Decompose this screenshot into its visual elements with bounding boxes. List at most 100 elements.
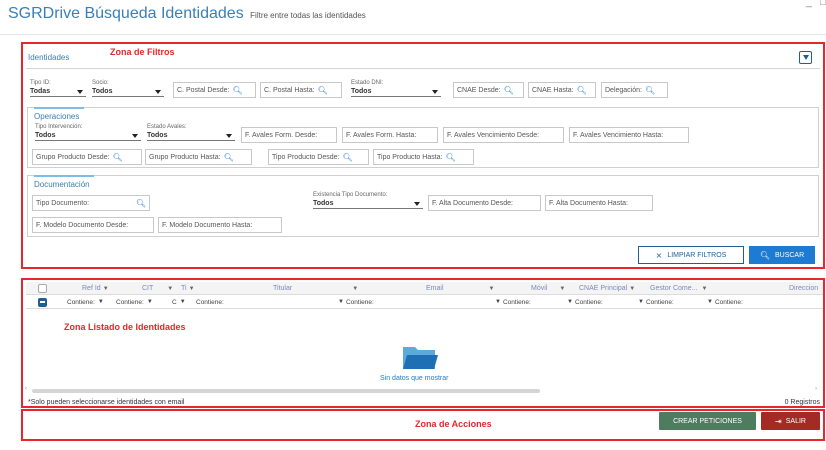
- collapse-checkbox[interactable]: [38, 297, 47, 307]
- filter-cell-cnae[interactable]: ▼ Contiene:: [567, 296, 603, 308]
- estado-dni-select[interactable]: Estado DNI: Todos: [351, 80, 441, 97]
- cnae-desde-field[interactable]: CNAE Desde: 🔍︎: [453, 82, 524, 98]
- scroll-right-arrow[interactable]: ›: [815, 386, 817, 392]
- search-icon[interactable]: 🔍︎: [136, 199, 146, 208]
- search-icon[interactable]: 🔍︎: [224, 153, 234, 162]
- f-avales-form-desde-label: F. Avales Form. Desde:: [245, 131, 318, 139]
- clear-filter-icon: ⨯: [655, 250, 663, 260]
- search-button[interactable]: 🔍︎ BUSCAR: [749, 246, 815, 264]
- minimize-window-button[interactable]: _: [806, 0, 812, 8]
- select-all-checkbox[interactable]: [38, 284, 47, 293]
- cnae-hasta-field[interactable]: CNAE Hasta: 🔍︎: [528, 82, 596, 98]
- column-header-ti[interactable]: Ti ▼: [181, 282, 195, 295]
- filter-funnel-icon[interactable]: ▼: [180, 299, 186, 305]
- tipo-intervencion-select[interactable]: Tipo Intervención: Todos: [35, 124, 141, 141]
- filter-cell-label: Contiene:: [116, 298, 144, 306]
- column-header-cit[interactable]: CIT ▼: [142, 282, 173, 295]
- column-header-ref-id[interactable]: Ref Id ▼: [82, 282, 109, 295]
- dropdown-arrow-icon[interactable]: ▼: [489, 286, 495, 292]
- f-modelo-doc-hasta-field[interactable]: F. Modelo Documento Hasta:: [158, 217, 282, 233]
- dropdown-arrow-icon[interactable]: ▼: [189, 286, 195, 292]
- column-header-gestor[interactable]: Gestor Come... ▼: [650, 282, 707, 295]
- filter-funnel-icon[interactable]: ▼: [638, 299, 644, 305]
- delegacion-field[interactable]: Delegación: 🔍︎: [601, 82, 668, 98]
- dropdown-arrow-icon[interactable]: ▼: [352, 286, 358, 292]
- tipo-producto-desde-field[interactable]: Tipo Producto Desde: 🔍︎: [268, 149, 369, 165]
- dropdown-arrow-icon[interactable]: ▼: [559, 286, 565, 292]
- create-requests-button[interactable]: CREAR PETICIONES: [659, 412, 756, 430]
- exit-button[interactable]: ⇥ SALIR: [761, 412, 820, 430]
- filter-funnel-icon[interactable]: ▼: [567, 299, 573, 305]
- f-avales-venc-desde-field[interactable]: F. Avales Vencimiento Desde:: [443, 127, 564, 143]
- estado-avales-select[interactable]: Estado Avales: Todos: [147, 124, 235, 141]
- search-icon[interactable]: 🔍︎: [233, 86, 243, 95]
- socio-select[interactable]: Socio: Todos: [92, 80, 164, 97]
- column-header-direccion[interactable]: Direccion: [789, 282, 818, 295]
- cp-hasta-field[interactable]: C. Postal Hasta: 🔍︎: [260, 82, 342, 98]
- filter-funnel-icon[interactable]: ▼: [707, 299, 713, 305]
- column-header-titular[interactable]: Titular ▼: [273, 282, 358, 295]
- filter-funnel-icon[interactable]: ▼: [338, 299, 344, 305]
- tipo-producto-hasta-field[interactable]: Tipo Producto Hasta: 🔍︎: [373, 149, 474, 165]
- filter-cell-label: Contiene:: [502, 298, 531, 306]
- filter-cell-email[interactable]: ▼ Contiene:: [338, 296, 374, 308]
- column-header-movil[interactable]: Móvil ▼: [531, 282, 565, 295]
- f-avales-venc-hasta-field[interactable]: F. Avales Vencimiento Hasta:: [569, 127, 689, 143]
- scroll-left-arrow[interactable]: ‹: [25, 386, 27, 392]
- filter-funnel-icon[interactable]: ▼: [495, 299, 501, 305]
- page-subtitle: Filtre entre todas las identidades: [250, 11, 366, 20]
- search-icon[interactable]: 🔍︎: [318, 86, 328, 95]
- column-header-label: Direccion: [789, 285, 819, 292]
- f-avales-form-desde-field[interactable]: F. Avales Form. Desde:: [241, 127, 337, 143]
- filter-cell-titular[interactable]: Contiene:: [196, 296, 224, 308]
- column-header-email[interactable]: Email ▼: [426, 282, 494, 295]
- f-modelo-doc-desde-field[interactable]: F. Modelo Documento Desde:: [32, 217, 154, 233]
- f-avales-form-hasta-field[interactable]: F. Avales Form. Hasta:: [342, 127, 438, 143]
- filter-funnel-icon[interactable]: ▼: [98, 299, 104, 305]
- tipo-documento-field[interactable]: Tipo Documento: 🔍︎: [32, 195, 150, 211]
- exit-label: SALIR: [785, 417, 806, 425]
- filter-cell-ref-id[interactable]: Contiene: ▼: [67, 296, 106, 308]
- search-icon[interactable]: 🔍︎: [645, 86, 655, 95]
- f-avales-venc-hasta-label: F. Avales Vencimiento Hasta:: [573, 131, 664, 139]
- search-icon[interactable]: 🔍︎: [113, 153, 123, 162]
- f-alta-doc-hasta-field[interactable]: F. Alta Documento Hasta:: [545, 195, 653, 211]
- actions-zone-label: Zona de Acciones: [415, 419, 492, 429]
- filter-panel-toggle[interactable]: [799, 51, 812, 64]
- column-header-label: Ref Id: [82, 285, 101, 292]
- filter-cell-ti[interactable]: C ▼: [172, 296, 188, 308]
- page-title-text: SGRDrive Búsqueda Identidades: [8, 5, 244, 22]
- tipo-id-select[interactable]: Tipo ID: Todas: [30, 80, 86, 97]
- search-icon[interactable]: 🔍︎: [504, 86, 514, 95]
- dropdown-arrow-icon[interactable]: ▼: [629, 286, 635, 292]
- documentacion-title: Documentación: [34, 180, 90, 189]
- search-icon[interactable]: 🔍︎: [342, 153, 352, 162]
- column-header-label: Ti: [181, 285, 187, 292]
- clear-filters-button[interactable]: ⨯ LIMPIAR FILTROS: [638, 246, 744, 264]
- grupo-producto-desde-field[interactable]: Grupo Producto Desde: 🔍︎: [32, 149, 142, 165]
- column-header-cnae[interactable]: CNAE Principal ▼: [579, 282, 635, 295]
- filter-funnel-icon[interactable]: ▼: [147, 299, 153, 305]
- dropdown-arrow-icon[interactable]: ▼: [701, 286, 707, 292]
- filter-cell-cit[interactable]: Contiene: ▼: [116, 296, 155, 308]
- horizontal-scrollbar[interactable]: [32, 389, 540, 393]
- column-header-label: Móvil: [531, 285, 548, 292]
- dropdown-arrow-icon: [77, 90, 83, 94]
- row-select-cell[interactable]: [38, 296, 47, 308]
- search-icon[interactable]: 🔍︎: [446, 153, 456, 162]
- existencia-tipo-doc-select[interactable]: Existencia Tipo Documento: Todos: [313, 192, 423, 209]
- search-icon[interactable]: 🔍︎: [577, 86, 587, 95]
- maximize-window-button[interactable]: □: [820, 0, 826, 8]
- cp-desde-field[interactable]: C. Postal Desde: 🔍︎: [173, 82, 256, 98]
- dropdown-arrow-icon[interactable]: ▼: [103, 286, 109, 292]
- f-alta-doc-hasta-label: F. Alta Documento Hasta:: [549, 199, 628, 207]
- filter-cell-gestor[interactable]: ▼ Contiene:: [638, 296, 674, 308]
- dropdown-arrow-icon[interactable]: ▼: [167, 286, 173, 292]
- filters-zone-label: Zona de Filtros: [110, 47, 175, 57]
- list-zone-label: Zona Listado de Identidades: [64, 322, 186, 332]
- select-all-cell[interactable]: [38, 282, 47, 295]
- filter-cell-movil[interactable]: ▼ Contiene:: [495, 296, 531, 308]
- grupo-producto-hasta-field[interactable]: Grupo Producto Hasta: 🔍︎: [145, 149, 252, 165]
- filter-cell-direccion[interactable]: ▼ Contiene:: [707, 296, 743, 308]
- f-alta-doc-desde-field[interactable]: F. Alta Documento Desde:: [428, 195, 541, 211]
